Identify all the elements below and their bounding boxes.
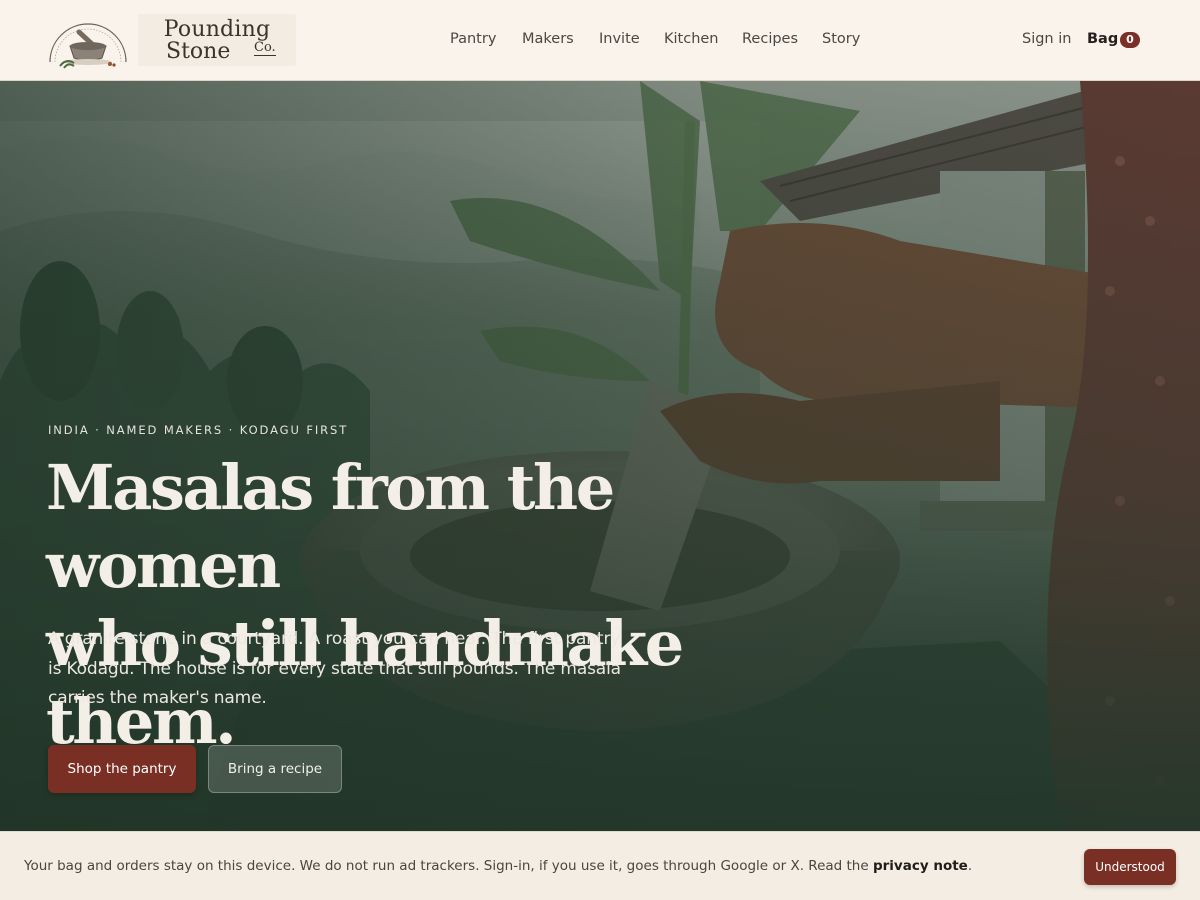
hero-section: INDIA · NAMED MAKERS · KODAGU FIRST Masa… [0, 81, 1200, 831]
privacy-notice-text: Your bag and orders stay on this device.… [24, 858, 972, 874]
brand-wordmark[interactable]: Pounding Stone Co. [138, 14, 296, 66]
nav-item-story[interactable]: Story [822, 31, 860, 47]
hero-headline: Masalas from the women who still handmak… [46, 449, 846, 761]
brand-name-line2: Stone [166, 39, 231, 64]
nav-item-kitchen[interactable]: Kitchen [664, 31, 719, 47]
nav-item-pantry[interactable]: Pantry [450, 31, 496, 47]
site-header: Pounding Stone Co. Pantry Makers Invite … [0, 0, 1200, 81]
privacy-notice-period: . [967, 858, 973, 874]
hero-eyebrow: INDIA · NAMED MAKERS · KODAGU FIRST [48, 423, 349, 437]
brand-suffix: Co. [254, 40, 276, 56]
shop-pantry-button[interactable]: Shop the pantry [48, 745, 196, 793]
privacy-notice-message: Your bag and orders stay on this device.… [24, 858, 873, 874]
nav-item-invite[interactable]: Invite [599, 31, 640, 47]
sign-in-link[interactable]: Sign in [1022, 31, 1071, 47]
bring-recipe-button[interactable]: Bring a recipe [208, 745, 342, 793]
bag-link[interactable]: Bag [1087, 31, 1118, 47]
nav-item-makers[interactable]: Makers [522, 31, 574, 47]
bag-count-badge: 0 [1120, 32, 1140, 48]
mortar-logo-icon[interactable] [46, 10, 130, 70]
privacy-note-link[interactable]: privacy note [873, 858, 968, 874]
hero-subcopy: A granite stone in a courtyard. A roast … [48, 629, 621, 708]
hero-headline-line1: Masalas from the women [46, 451, 615, 602]
nav-item-recipes[interactable]: Recipes [742, 31, 798, 47]
privacy-notice-bar: Your bag and orders stay on this device.… [0, 831, 1200, 900]
understood-button[interactable]: Understood [1084, 849, 1176, 885]
